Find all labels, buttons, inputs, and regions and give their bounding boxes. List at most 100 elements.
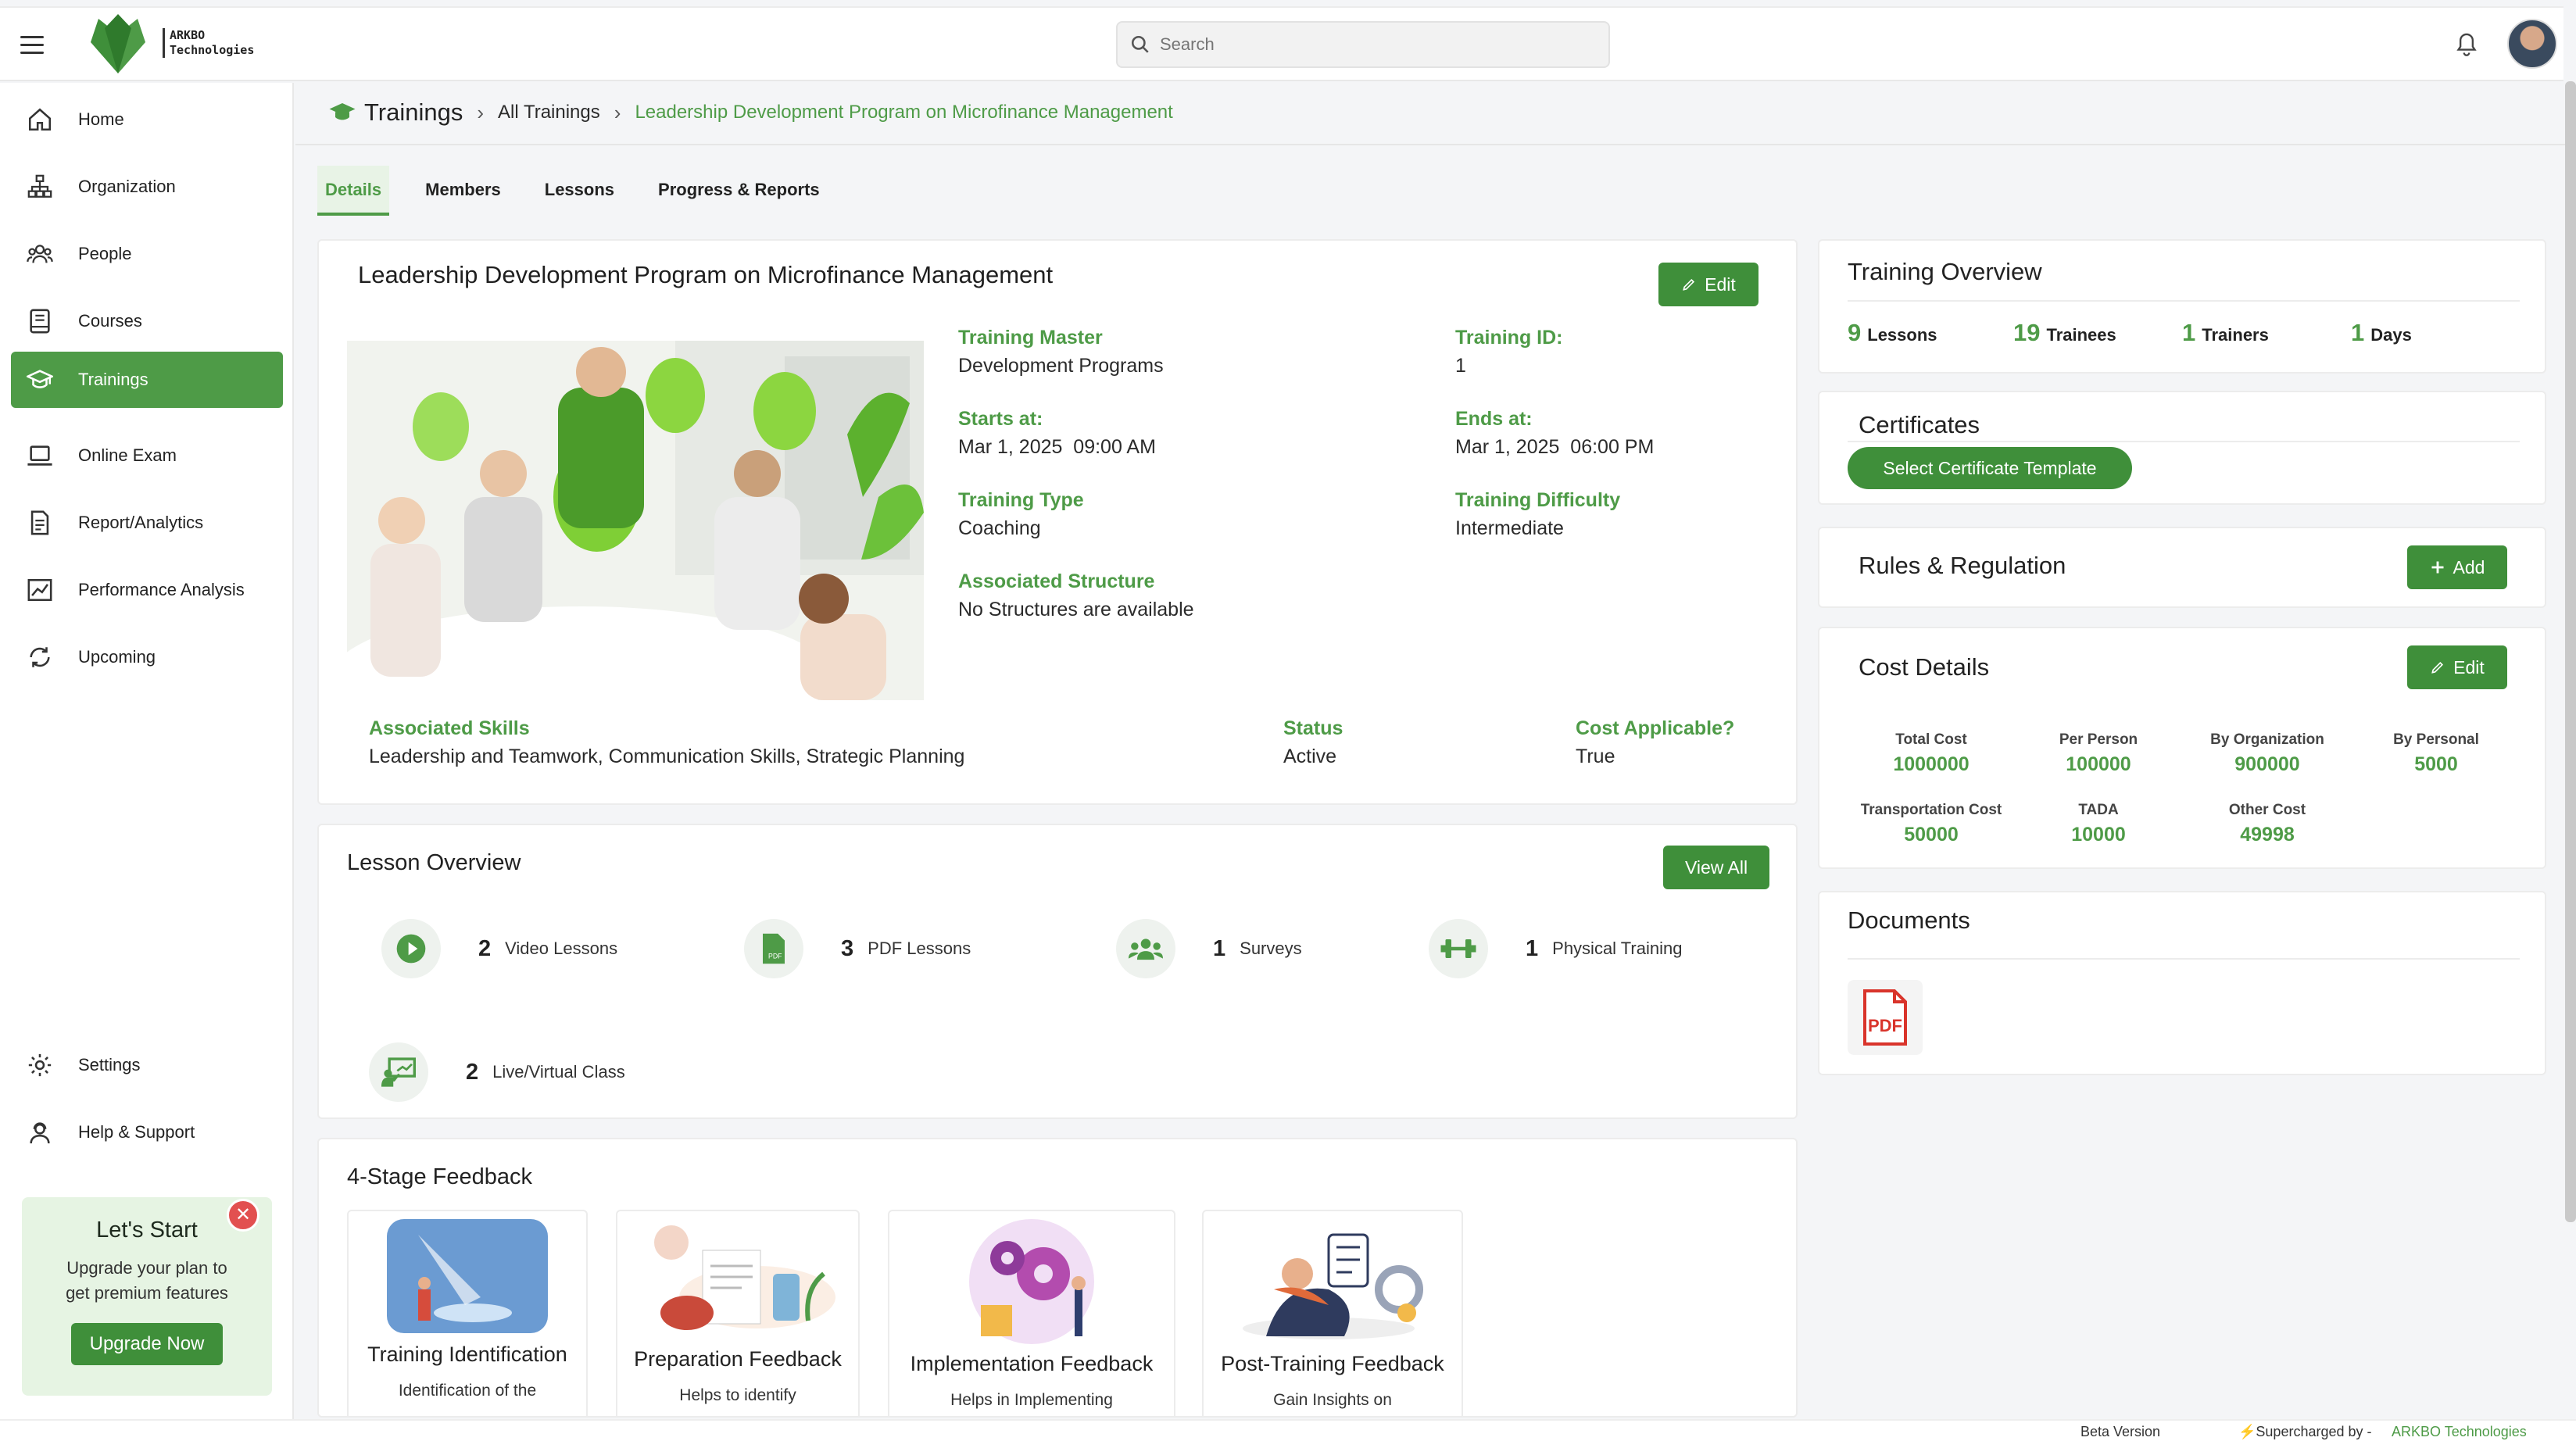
tab-details[interactable]: Details — [317, 166, 390, 216]
sidebar-item-help-support[interactable]: Help & Support — [11, 1103, 283, 1161]
sidebar-item-settings[interactable]: Settings — [11, 1036, 283, 1094]
arkbo-logo[interactable] — [83, 11, 153, 77]
tab-progress-reports[interactable]: Progress & Reports — [650, 166, 828, 216]
pdf-label: PDF — [1868, 1016, 1902, 1035]
lesson-type-surveys[interactable]: 1 Surveys — [1116, 919, 1302, 978]
user-avatar[interactable] — [2507, 19, 2557, 69]
cost-total: Total Cost 1000000 — [1841, 731, 2021, 776]
cost-value: 5000 — [2414, 753, 2458, 775]
support-icon — [30, 1122, 50, 1144]
edit-label: Edit — [1705, 274, 1736, 295]
feedback-item-title: Preparation Feedback — [634, 1347, 842, 1371]
graduation-cap-icon — [27, 370, 53, 388]
sidebar-item-upcoming[interactable]: Upcoming — [11, 628, 283, 686]
view-all-lessons-button[interactable]: View All — [1663, 846, 1769, 889]
ends-at-value: Mar 1, 2025 06:00 PM — [1455, 436, 1655, 458]
breadcrumb-all-trainings[interactable]: All Trainings — [498, 102, 600, 123]
lesson-count: 1 — [1526, 935, 1539, 961]
laptop-icon — [27, 445, 52, 466]
sidebar-item-trainings[interactable]: Trainings — [11, 352, 283, 408]
pdf-document-file[interactable]: PDF — [1848, 980, 1923, 1055]
feedback-post-training[interactable]: Post-Training Feedback Gain Insights on — [1202, 1210, 1463, 1416]
book-icon — [30, 309, 50, 334]
stat-number: 9 — [1848, 319, 1862, 346]
starts-at-label: Starts at: — [958, 408, 1043, 430]
sidebar-item-organization[interactable]: Organization — [11, 158, 283, 216]
top-bar: ARKBO Technologies — [0, 6, 2563, 81]
sidebar-item-label: Trainings — [78, 370, 148, 389]
cost-key: By Personal — [2393, 731, 2479, 748]
breadcrumb-root[interactable]: Trainings — [364, 98, 463, 127]
cost-by-personal: By Personal 5000 — [2346, 731, 2526, 776]
cost-transportation: Transportation Cost 50000 — [1841, 802, 2021, 846]
sidebar-item-online-exam[interactable]: Online Exam — [11, 427, 283, 485]
sidebar-item-label: Help & Support — [78, 1122, 195, 1142]
page-scrollbar[interactable] — [2565, 81, 2576, 1222]
pencil-icon — [1683, 278, 1695, 291]
play-icon — [381, 919, 441, 978]
presentation-icon — [369, 1042, 428, 1102]
feedback-training-identification[interactable]: Training Identification Identification o… — [347, 1210, 588, 1416]
lesson-type-video[interactable]: 2 Video Lessons — [381, 919, 617, 978]
beta-version-label: Beta Version — [2080, 1424, 2161, 1439]
lesson-type-label: Surveys — [1240, 939, 1302, 958]
pencil-icon — [2431, 661, 2444, 674]
associated-skills-value: Leadership and Teamwork, Communication S… — [369, 746, 965, 767]
sidebar-item-label: Performance Analysis — [78, 580, 245, 599]
cost-details-title: Cost Details — [1859, 653, 1990, 681]
cost-per-person: Per Person 100000 — [2009, 731, 2188, 776]
stat-label: Days — [2370, 325, 2412, 345]
divider — [1848, 958, 2520, 960]
lesson-type-label: Physical Training — [1552, 939, 1683, 958]
feedback-preparation[interactable]: Preparation Feedback Helps to identify — [616, 1210, 860, 1416]
powered-by-label: ⚡Supercharged by - — [2238, 1424, 2372, 1439]
sidebar-item-report-analytics[interactable]: Report/Analytics — [11, 494, 283, 552]
tab-members[interactable]: Members — [417, 166, 509, 216]
feedback-item-subtitle: Helps in Implementing — [950, 1391, 1113, 1409]
sidebar-item-label: Courses — [78, 311, 142, 331]
company-link[interactable]: ARKBO Technologies — [2392, 1424, 2527, 1440]
dumbbell-icon — [1429, 919, 1488, 978]
hamburger-menu-icon[interactable] — [20, 36, 44, 55]
stat-label: Trainees — [2046, 325, 2116, 345]
cost-key: Transportation Cost — [1860, 802, 2002, 818]
tab-lessons[interactable]: Lessons — [537, 166, 622, 216]
select-certificate-template-button[interactable]: Select Certificate Template — [1848, 447, 2132, 489]
lesson-type-pdf[interactable]: PDF 3 PDF Lessons — [744, 919, 971, 978]
training-master-value: Development Programs — [958, 355, 1164, 377]
cost-by-organization: By Organization 900000 — [2177, 731, 2357, 776]
training-difficulty-label: Training Difficulty — [1455, 489, 1621, 511]
search-bar[interactable] — [1116, 21, 1610, 68]
cost-other: Other Cost 49998 — [2177, 802, 2357, 846]
cost-value: 1000000 — [1893, 753, 1970, 775]
group-icon — [1116, 919, 1175, 978]
footer: Beta Version ⚡Supercharged by - ARKBO Te… — [0, 1419, 2576, 1441]
breadcrumb-current: Leadership Development Program on Microf… — [635, 102, 1173, 123]
feedback-card: 4-Stage Feedback Training Identification… — [317, 1138, 1798, 1418]
lesson-type-live-class[interactable]: 2 Live/Virtual Class — [369, 1042, 625, 1102]
add-rule-button[interactable]: Add — [2407, 545, 2507, 589]
lesson-type-label: Live/Virtual Class — [492, 1062, 625, 1082]
pdf-file-icon: PDF — [1863, 989, 1907, 1046]
training-id-label: Training ID: — [1455, 327, 1563, 349]
sidebar: Home Organization People Courses Trainin… — [0, 83, 294, 1419]
sidebar-item-home[interactable]: Home — [11, 91, 283, 148]
pdf-file-icon: PDF — [744, 919, 803, 978]
sidebar-item-people[interactable]: People — [11, 225, 283, 283]
edit-cost-button[interactable]: Edit — [2407, 645, 2507, 689]
chevron-right-icon: › — [614, 100, 621, 124]
lesson-type-physical[interactable]: 1 Physical Training — [1429, 919, 1682, 978]
sidebar-item-label: People — [78, 244, 132, 263]
search-input[interactable] — [1160, 34, 1597, 55]
brand-line-1: ARKBO — [170, 28, 206, 42]
feedback-implementation[interactable]: Implementation Feedback Helps in Impleme… — [888, 1210, 1175, 1416]
close-icon[interactable]: ✕ — [227, 1199, 259, 1232]
report-icon — [30, 510, 49, 535]
feedback-item-subtitle: Gain Insights on — [1273, 1391, 1392, 1409]
edit-training-button[interactable]: Edit — [1658, 263, 1758, 306]
upgrade-now-button[interactable]: Upgrade Now — [70, 1323, 224, 1365]
sidebar-item-courses[interactable]: Courses — [11, 292, 283, 350]
sidebar-item-performance-analysis[interactable]: Performance Analysis — [11, 561, 283, 619]
chart-icon — [27, 578, 52, 602]
bell-icon[interactable] — [2454, 31, 2479, 58]
